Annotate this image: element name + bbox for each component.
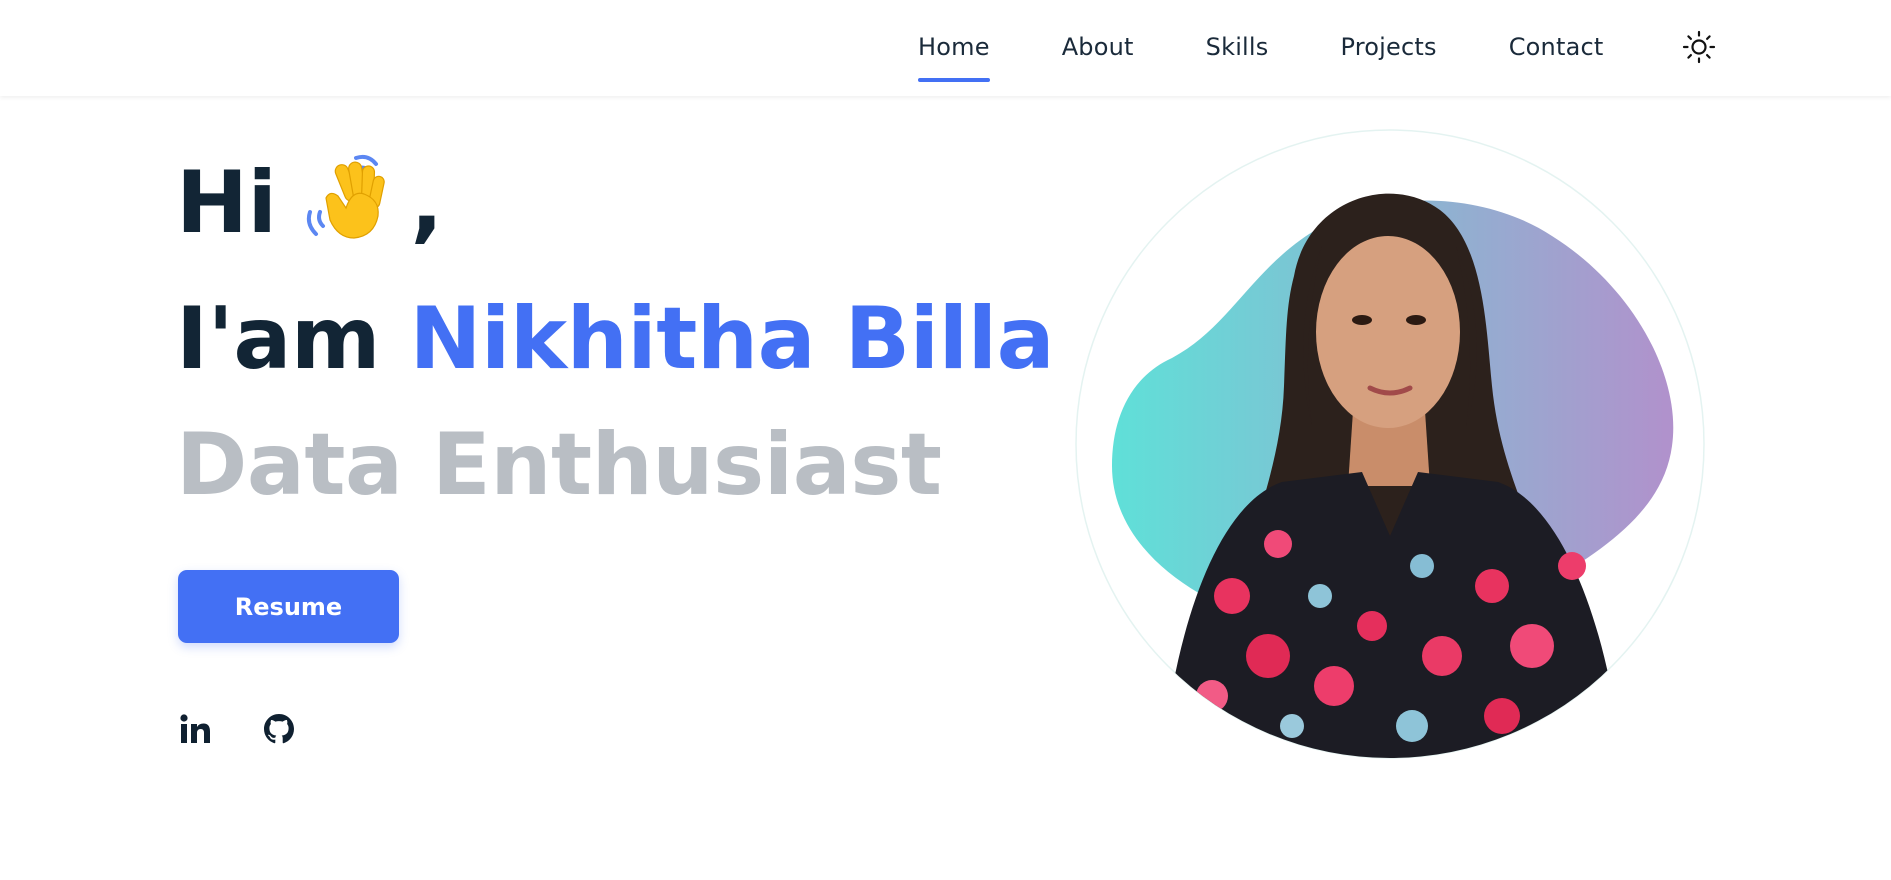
- site-header: Home About Skills Projects Contact: [0, 0, 1891, 96]
- role-heading: Data Enthusiast: [176, 415, 942, 515]
- nav-skills[interactable]: Skills: [1206, 0, 1269, 61]
- profile-photo: [1075, 129, 1705, 759]
- nav-home[interactable]: Home: [918, 0, 990, 82]
- nav-projects[interactable]: Projects: [1341, 0, 1437, 61]
- resume-button[interactable]: Resume: [178, 570, 399, 643]
- intro-prefix: I'am: [176, 289, 380, 389]
- greeting-heading: Hi ,: [176, 140, 1056, 276]
- linkedin-icon[interactable]: [178, 712, 212, 746]
- nav-about[interactable]: About: [1062, 0, 1134, 61]
- greeting-text: Hi: [176, 153, 277, 253]
- main-nav: Home About Skills Projects Contact: [918, 0, 1676, 96]
- person-name: Nikhitha Billa: [409, 289, 1055, 389]
- waving-hand-icon: [304, 150, 396, 276]
- greeting-comma: ,: [410, 153, 443, 253]
- nav-contact[interactable]: Contact: [1509, 0, 1604, 61]
- sun-icon[interactable]: [1682, 30, 1716, 64]
- hero-text: Hi , I'am Nikhitha Billa Data Enthusiast: [176, 140, 1056, 528]
- right-eye: [1406, 315, 1426, 325]
- face-shape: [1316, 236, 1460, 428]
- intro-heading: I'am Nikhitha Billa: [176, 276, 1056, 402]
- left-eye: [1352, 315, 1372, 325]
- portfolio-page: Home About Skills Projects Contact Hi , …: [0, 0, 1891, 880]
- github-icon[interactable]: [262, 712, 296, 746]
